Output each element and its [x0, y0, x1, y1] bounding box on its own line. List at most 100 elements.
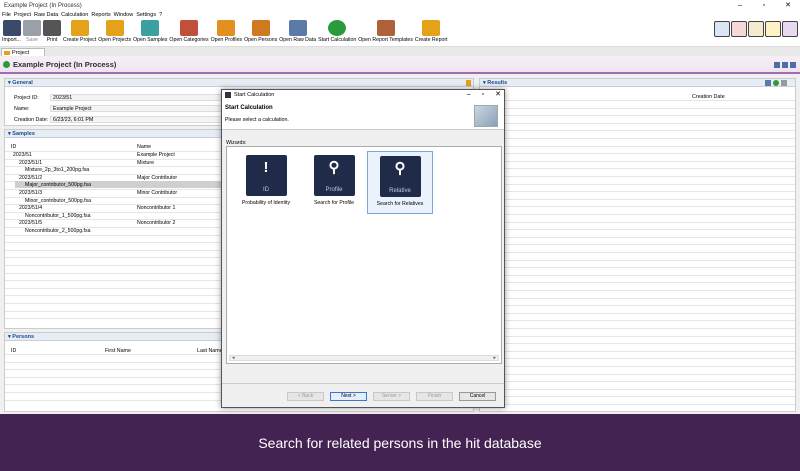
menu-bar: File Project Raw Data Calculation Report…: [0, 11, 800, 19]
start-calculation-button[interactable]: Start Calculation: [318, 19, 356, 43]
save-icon: [23, 20, 42, 36]
open-projects-button[interactable]: Open Projects: [98, 19, 131, 43]
print-button[interactable]: Print: [43, 19, 62, 43]
print-icon: [43, 20, 62, 36]
grid-line: [480, 115, 795, 117]
panel-handle-icon[interactable]: [466, 80, 471, 86]
persons-perspective-icon[interactable]: [748, 21, 764, 37]
identity-icon: ! ID: [245, 155, 287, 196]
wizard-label: Probability of Identity: [241, 200, 291, 206]
minimize-icon[interactable]: –: [728, 0, 752, 11]
grid-line: [480, 100, 795, 101]
sample-row-id[interactable]: 2023/51/1: [19, 160, 42, 166]
grid-line: [480, 145, 795, 147]
link-icon[interactable]: [774, 62, 780, 68]
menu-reports[interactable]: Reports: [91, 12, 110, 18]
sample-row-id[interactable]: Noncontributor_2_500pg.fsa: [25, 228, 90, 234]
grid-line: [480, 373, 795, 375]
finish-button[interactable]: Finish: [416, 392, 453, 401]
caption-text: Search for related persons in the hit da…: [258, 434, 542, 451]
menu-window[interactable]: Window: [114, 12, 134, 18]
samples-col-id[interactable]: ID: [11, 144, 16, 150]
sample-row-id[interactable]: 2023/51/4: [19, 205, 42, 211]
menu-settings[interactable]: Settings: [136, 12, 156, 18]
sample-row-id[interactable]: Mixture_2p_3to1_200pg.fsa: [25, 167, 89, 173]
project-title: Example Project (In Process): [13, 60, 117, 69]
maximize-icon[interactable]: ▫: [752, 0, 776, 11]
main-toolbar: Import... Save Print Create Project Open Pro…: [0, 19, 800, 47]
wizard-search-for-profile[interactable]: ⚲ Profile Search for Profile: [301, 151, 367, 206]
grid-line: [480, 404, 795, 405]
family-perspective-icon[interactable]: [765, 21, 781, 37]
sample-row-name: Minor Contributor: [137, 190, 178, 196]
results-menu-icon[interactable]: [781, 80, 787, 86]
open-persons-button[interactable]: Open Persons: [244, 19, 277, 43]
sample-row-name: Mixture: [137, 159, 155, 166]
toolbar-label: Open Projects: [98, 37, 132, 43]
server-button[interactable]: Server >: [373, 392, 410, 401]
grid-line: [480, 176, 795, 177]
dialog-titlebar: Start Calculation – ▫ ✕: [222, 90, 504, 100]
wizards-horizontal-scrollbar[interactable]: ◂ ▸: [229, 355, 499, 361]
menu-help[interactable]: ?: [159, 12, 162, 18]
sample-row-id[interactable]: Noncontributor_1_500pg.fsa: [25, 213, 90, 219]
dialog-close-icon[interactable]: ✕: [495, 90, 501, 100]
import-button[interactable]: Import...: [2, 19, 21, 43]
create-project-button[interactable]: Create Project: [63, 19, 96, 43]
settings-perspective-icon[interactable]: [782, 21, 798, 37]
open-categories-button[interactable]: Open Categories: [169, 19, 209, 43]
sample-row-id[interactable]: Major_contributor_500pg.fsa: [25, 182, 91, 188]
grid-line: [480, 183, 795, 185]
open-samples-icon: [141, 20, 160, 36]
cancel-button[interactable]: Cancel: [459, 392, 496, 401]
profile-badge: Profile: [325, 187, 343, 193]
sample-row-id[interactable]: 2023/51: [13, 152, 32, 158]
samples-col-name[interactable]: Name: [137, 144, 151, 150]
grid-line: [480, 198, 795, 200]
dialog-minimize-icon[interactable]: –: [467, 90, 471, 100]
general-heading[interactable]: General: [5, 79, 473, 87]
scroll-right-icon[interactable]: ▸: [493, 355, 496, 361]
wizard-search-for-relatives[interactable]: ⚲ Relative Search for Relatives: [367, 151, 433, 214]
save-button[interactable]: Save: [23, 19, 42, 43]
maximize-panel-icon[interactable]: [790, 62, 796, 68]
menu-project[interactable]: Project: [14, 12, 31, 18]
grid-line: [480, 312, 795, 314]
restore-icon[interactable]: [782, 62, 788, 68]
back-button[interactable]: < Back: [287, 392, 324, 401]
sample-row-id[interactable]: 2023/51/3: [19, 190, 42, 196]
creation-date-field[interactable]: 6/23/23, 6:01 PM: [50, 116, 226, 123]
next-button[interactable]: Next >: [330, 392, 367, 401]
results-add-icon[interactable]: [773, 80, 779, 86]
dialog-maximize-icon[interactable]: ▫: [482, 90, 484, 100]
tab-project[interactable]: Project: [1, 48, 45, 56]
dialog-app-icon: [225, 92, 231, 98]
menu-calculation[interactable]: Calculation: [61, 12, 88, 18]
name-field[interactable]: Example Project: [50, 105, 226, 112]
results-open-icon[interactable]: [765, 80, 771, 86]
sample-row-id[interactable]: Minor_contributor_500pg.fsa: [25, 198, 91, 204]
sample-row-id[interactable]: 2023/51/2: [19, 175, 42, 181]
grid-line: [480, 236, 795, 238]
wizard-probability-of-identity[interactable]: ! ID Probability of Identity: [233, 151, 299, 206]
open-raw-data-button[interactable]: Open Raw Data: [279, 19, 316, 43]
grid-line: [480, 381, 795, 383]
project-id-field[interactable]: 2023/51: [50, 94, 226, 101]
scroll-left-icon[interactable]: ◂: [232, 355, 235, 361]
grid-line: [480, 274, 795, 276]
dialog-separator: [222, 383, 504, 384]
dna-perspective-icon[interactable]: [714, 21, 730, 37]
toolbar-label: Save: [26, 37, 38, 43]
menu-raw-data[interactable]: Raw Data: [34, 12, 58, 18]
grid-line: [480, 388, 795, 390]
create-report-button[interactable]: Create Report: [415, 19, 448, 43]
results-heading[interactable]: Results: [480, 79, 795, 87]
open-report-templates-button[interactable]: Open Report Templates: [358, 19, 413, 43]
lab-perspective-icon[interactable]: [731, 21, 747, 37]
menu-file[interactable]: File: [2, 12, 11, 18]
close-icon[interactable]: ✕: [776, 0, 800, 11]
open-profiles-button[interactable]: Open Profiles: [211, 19, 242, 43]
open-samples-button[interactable]: Open Samples: [133, 19, 167, 43]
sample-row-name: Example Project: [137, 152, 175, 158]
sample-row-id[interactable]: 2023/51/5: [19, 220, 42, 226]
